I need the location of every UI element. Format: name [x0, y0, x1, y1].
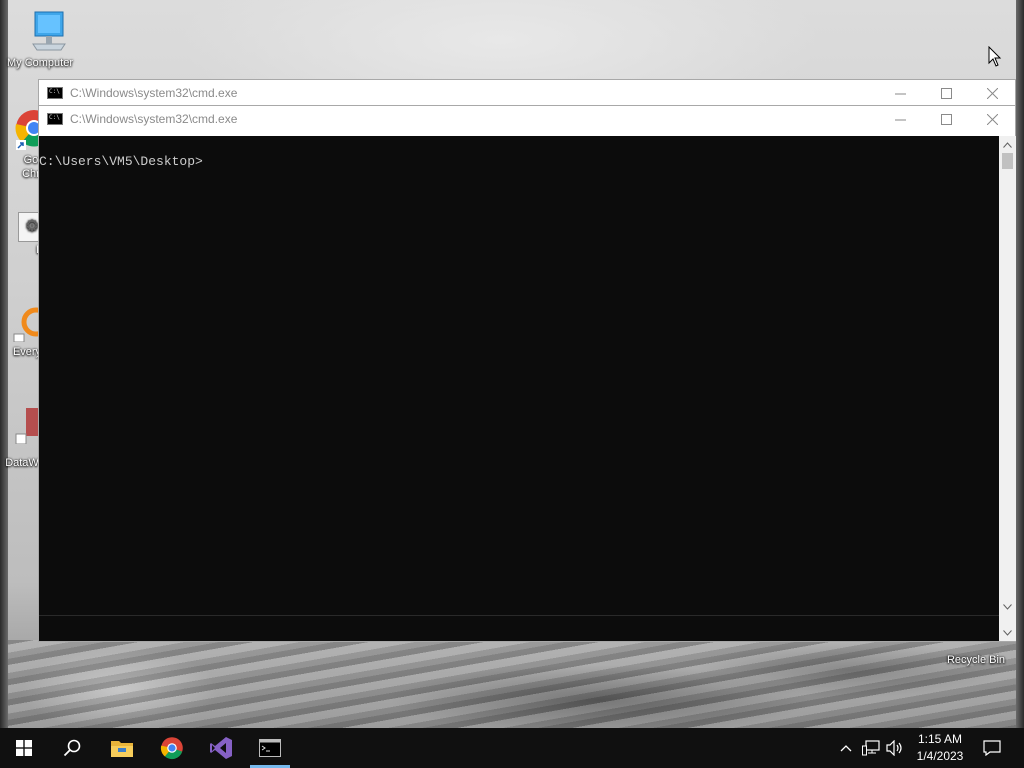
frame-edge-left	[0, 0, 8, 728]
close-icon	[986, 113, 998, 125]
taskbar-visual-studio[interactable]	[197, 728, 245, 768]
taskbar-command-prompt[interactable]	[246, 728, 294, 768]
taskbar-chrome[interactable]	[148, 728, 196, 768]
computer-icon	[32, 11, 66, 51]
taskbar: 1:15 AM 1/4/2023	[0, 728, 1024, 768]
search-button[interactable]	[48, 728, 96, 768]
search-icon	[63, 739, 81, 757]
console-input-area[interactable]	[39, 615, 999, 641]
windows-logo-icon	[16, 740, 32, 756]
desktop-icon-my-computer[interactable]: My Computer	[2, 10, 78, 69]
desktop-icon-recycle-bin[interactable]: Recycle Bin	[938, 652, 1014, 666]
network-button[interactable]	[860, 728, 882, 768]
command-prompt-icon	[259, 739, 281, 757]
scroll-up-button[interactable]	[999, 136, 1016, 153]
visual-studio-icon	[210, 737, 232, 759]
taskbar-clock[interactable]: 1:15 AM 1/4/2023	[905, 728, 975, 768]
mouse-cursor-icon	[988, 46, 1002, 67]
desktop-icon-label: Recycle Bin	[946, 654, 1006, 666]
scroll-down-button-2[interactable]	[999, 624, 1016, 641]
maximize-button[interactable]	[923, 80, 969, 106]
chevron-down-icon	[1003, 603, 1012, 610]
minimize-icon	[894, 93, 906, 94]
window-titlebar[interactable]: C:\Windows\system32\cmd.exe	[39, 80, 1015, 106]
cmd-window-front[interactable]: C:\Windows\system32\cmd.exe C:\Users\VM5…	[38, 105, 1016, 642]
notification-icon	[983, 740, 1001, 756]
folder-icon	[111, 741, 133, 757]
clock-date: 1/4/2023	[916, 749, 964, 763]
chrome-icon	[160, 737, 183, 760]
network-icon	[862, 740, 880, 756]
volume-button[interactable]	[884, 728, 906, 768]
scroll-down-button[interactable]	[999, 598, 1016, 615]
desktop-icon-label: DataW	[5, 457, 39, 469]
action-center-button[interactable]	[978, 728, 1006, 768]
close-button[interactable]	[969, 80, 1015, 106]
minimize-icon	[894, 119, 906, 120]
clock-time: 1:15 AM	[917, 732, 963, 746]
speaker-icon	[886, 740, 902, 756]
desktop-icon-label: My Computer	[6, 57, 74, 69]
shortcut-arrow-icon	[16, 140, 26, 150]
vertical-scrollbar[interactable]	[999, 136, 1016, 641]
maximize-button[interactable]	[923, 106, 969, 132]
command-prompt-line: C:\Users\VM5\Desktop>	[39, 154, 203, 169]
minimize-button[interactable]	[877, 80, 923, 106]
start-button[interactable]	[0, 728, 48, 768]
chevron-up-icon	[1003, 141, 1012, 148]
window-title: C:\Windows\system32\cmd.exe	[70, 86, 238, 100]
app-icon	[15, 408, 40, 445]
desktop-icon-dataw[interactable]: DataW	[2, 404, 42, 469]
scrollbar-thumb[interactable]	[1002, 153, 1013, 169]
chevron-down-icon	[1003, 629, 1012, 636]
minimize-button[interactable]	[877, 106, 923, 132]
window-title: C:\Windows\system32\cmd.exe	[70, 112, 238, 126]
maximize-icon	[940, 113, 952, 125]
console-output[interactable]: C:\Users\VM5\Desktop>	[39, 136, 999, 615]
frame-edge-right	[1016, 0, 1024, 728]
close-button[interactable]	[969, 106, 1015, 132]
chevron-up-icon	[840, 745, 852, 752]
close-icon	[986, 87, 998, 99]
cmd-icon	[47, 113, 63, 125]
window-titlebar[interactable]: C:\Windows\system32\cmd.exe	[39, 106, 1015, 132]
taskbar-file-explorer[interactable]	[98, 728, 146, 768]
cmd-icon	[47, 87, 63, 99]
maximize-icon	[940, 87, 952, 99]
show-hidden-icons-button[interactable]	[836, 728, 856, 768]
